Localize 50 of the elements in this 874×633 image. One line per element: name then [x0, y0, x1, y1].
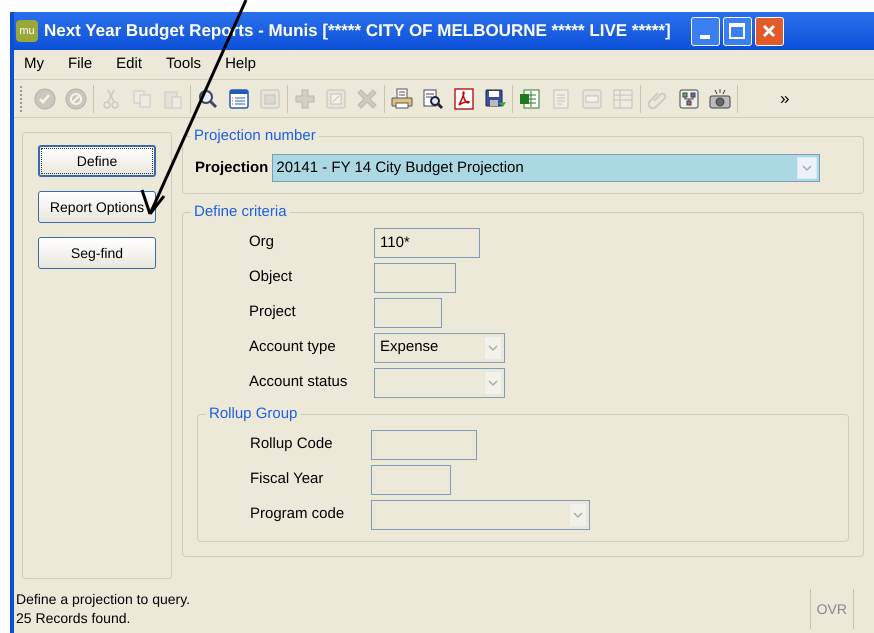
maximize-button[interactable] — [722, 16, 752, 46]
close-button[interactable] — [754, 16, 784, 46]
menu-item[interactable]: Help — [225, 53, 256, 76]
text-field[interactable]: 110* — [374, 228, 480, 258]
chevron-down-icon — [484, 370, 502, 394]
dropdown-field[interactable]: 20141 - FY 14 City Budget Projection — [272, 154, 820, 182]
minimize-button[interactable] — [690, 16, 720, 46]
field-label: Program code — [250, 504, 346, 524]
text-field[interactable] — [371, 430, 477, 460]
dropdown-field[interactable] — [371, 500, 590, 530]
chevron-down-icon — [484, 336, 502, 360]
side-button[interactable]: Define — [38, 145, 156, 177]
pdf-icon[interactable] — [452, 86, 476, 110]
minimize-icon — [700, 34, 710, 38]
status-text: Define a projection to query. — [16, 590, 192, 609]
camera-icon[interactable] — [708, 86, 732, 110]
field-label: Object — [249, 267, 294, 288]
maximize-icon — [729, 23, 746, 39]
close-icon — [762, 24, 776, 38]
list-icon[interactable] — [227, 86, 251, 110]
group-legend: Projection number — [191, 127, 319, 145]
dropdown-field[interactable] — [374, 368, 505, 398]
field-label: Project — [249, 302, 297, 322]
chevron-down-icon — [569, 502, 587, 526]
status-mode: OVR — [810, 589, 854, 629]
chevron-down-icon — [797, 157, 818, 179]
group-legend: Rollup Group — [206, 405, 300, 423]
text-field[interactable] — [374, 262, 456, 292]
printer-icon[interactable] — [390, 86, 414, 110]
side-button[interactable]: Seg-find — [38, 237, 156, 269]
field-label: Org — [249, 232, 276, 252]
dropdown-field[interactable]: Expense — [374, 332, 505, 362]
menu-item[interactable]: Edit — [116, 53, 142, 76]
tree-diagram-icon[interactable] — [677, 86, 701, 110]
field-label: Projection — [195, 158, 268, 178]
field-label: Account type — [249, 337, 337, 358]
menu-item[interactable]: My — [24, 53, 44, 76]
app-logo: mu — [16, 20, 38, 42]
field-label: Fiscal Year — [250, 469, 324, 490]
field-label: Account status — [249, 372, 348, 392]
magnifier-page-icon[interactable] — [421, 86, 445, 110]
menu-item[interactable]: Tools — [166, 53, 202, 76]
status-text: 25 Records found. — [16, 609, 132, 628]
more-button[interactable]: » — [780, 86, 790, 112]
field-label: Rollup Code — [250, 434, 334, 454]
menu-item[interactable]: File — [68, 53, 92, 76]
spreadsheet-icon[interactable] — [518, 86, 542, 110]
text-field[interactable] — [371, 464, 451, 494]
text-field[interactable] — [374, 298, 442, 328]
side-button[interactable]: Report Options — [38, 191, 156, 223]
